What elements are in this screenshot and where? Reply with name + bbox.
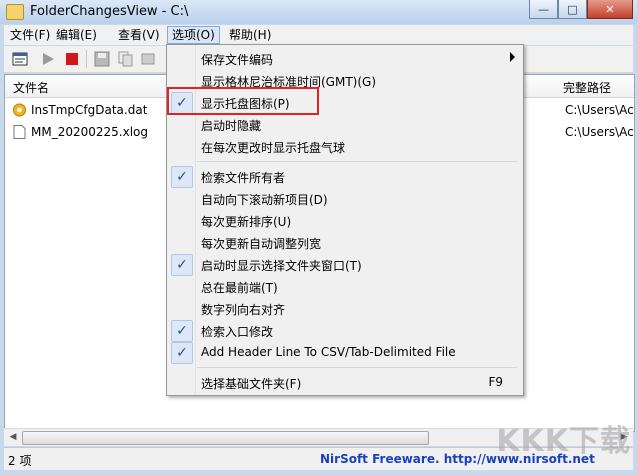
checkmark-icon: ✓ (171, 342, 193, 364)
row-fullpath: C:\Users\Ac (565, 125, 634, 139)
red-highlight-box (167, 87, 319, 115)
menu-item-label: 每次更新排序(U) (201, 215, 292, 229)
scroll-left-icon[interactable]: ◀ (6, 431, 20, 443)
document-icon (13, 125, 26, 139)
menu-item-label: 数字列向右对齐 (201, 303, 286, 317)
play-icon[interactable] (40, 51, 56, 67)
menu-item-sort-on-update[interactable]: 每次更新排序(U) (167, 209, 523, 231)
menu-item-label: 自动向下滚动新项目(D) (201, 193, 328, 207)
save-icon[interactable] (94, 51, 110, 67)
menu-view[interactable]: 查看(V) (114, 27, 164, 43)
config-file-icon (13, 103, 26, 117)
stop-icon[interactable] (64, 51, 80, 67)
copy-icon[interactable] (118, 51, 134, 67)
menu-edit[interactable]: 编辑(E) (52, 27, 101, 43)
properties-icon[interactable] (12, 51, 28, 67)
menu-item-label: 选择基础文件夹(F) (201, 377, 302, 391)
menu-file[interactable]: 文件(F) (6, 27, 54, 43)
menu-item-show-folder-window[interactable]: ✓ 启动时显示选择文件夹窗口(T) (167, 253, 523, 276)
menu-item-tray-balloon[interactable]: 在每次更改时显示托盘气球 (167, 135, 523, 157)
column-header-filename[interactable]: 文件名 (13, 79, 49, 96)
menu-item-auto-size-columns[interactable]: 每次更新自动调整列宽 (167, 231, 523, 253)
minimize-button[interactable]: — (529, 0, 558, 19)
menu-item-label: Add Header Line To CSV/Tab-Delimited Fil… (201, 345, 456, 359)
refresh-icon[interactable] (140, 51, 156, 67)
close-button[interactable]: ✕ (587, 0, 633, 19)
checkmark-icon: ✓ (171, 166, 193, 188)
menu-item-label: 启动时隐藏 (201, 119, 262, 133)
submenu-arrow-icon (510, 52, 515, 62)
menu-item-label: 总在最前端(T) (201, 281, 278, 295)
checkmark-icon: ✓ (171, 320, 193, 342)
menu-item-right-align-numbers[interactable]: 数字列向右对齐 (167, 297, 523, 319)
title-bar[interactable]: FolderChangesView - C:\ — □ ✕ (0, 0, 637, 24)
menu-item-choose-base-folder[interactable]: 选择基础文件夹(F) F9 (167, 371, 523, 393)
folder-app-icon (6, 4, 24, 20)
maximize-button[interactable]: □ (558, 0, 587, 19)
menu-separator (197, 367, 517, 368)
menu-item-shortcut: F9 (488, 375, 503, 389)
menu-item-label: 检索文件所有者 (201, 171, 286, 185)
menu-bar: 文件(F) 编辑(E) 查看(V) 选项(O) 帮助(H) (4, 25, 633, 45)
row-filename: InsTmpCfgData.dat (31, 103, 148, 117)
watermark-logo: KKK下载 (496, 424, 631, 459)
menu-separator (197, 161, 517, 162)
menu-item-label: 在每次更改时显示托盘气球 (201, 141, 346, 155)
menu-item-hide-on-start[interactable]: 启动时隐藏 (167, 113, 523, 135)
row-fullpath: C:\Users\Ac (565, 103, 634, 117)
menu-options[interactable]: 选项(O) (167, 26, 220, 44)
menu-item-label: 每次更新自动调整列宽 (201, 237, 322, 251)
menu-item-retrieve-entry-modify[interactable]: ✓ 检索入口修改 (167, 319, 523, 342)
menu-item-label: 检索入口修改 (201, 325, 274, 339)
checkmark-icon: ✓ (171, 254, 193, 276)
menu-item-auto-scroll[interactable]: 自动向下滚动新项目(D) (167, 187, 523, 209)
scrollbar-thumb[interactable] (22, 431, 429, 445)
menu-item-save-encoding[interactable]: 保存文件编码 (167, 47, 523, 69)
toolbar-separator (86, 50, 87, 68)
item-count: 2 项 (8, 454, 32, 468)
column-header-fullpath[interactable]: 完整路径 (563, 79, 611, 96)
menu-help[interactable]: 帮助(H) (225, 27, 275, 43)
app-window: FolderChangesView - C:\ — □ ✕ 文件(F) 编辑(E… (0, 0, 637, 475)
row-filename: MM_20200225.xlog (31, 125, 148, 139)
menu-item-retrieve-owner[interactable]: ✓ 检索文件所有者 (167, 165, 523, 188)
window-title: FolderChangesView - C:\ (30, 4, 189, 19)
menu-item-always-on-top[interactable]: 总在最前端(T) (167, 275, 523, 297)
menu-item-label: 保存文件编码 (201, 53, 274, 67)
menu-item-add-header-line[interactable]: ✓ Add Header Line To CSV/Tab-Delimited F… (167, 341, 523, 364)
menu-item-label: 启动时显示选择文件夹窗口(T) (201, 259, 362, 273)
